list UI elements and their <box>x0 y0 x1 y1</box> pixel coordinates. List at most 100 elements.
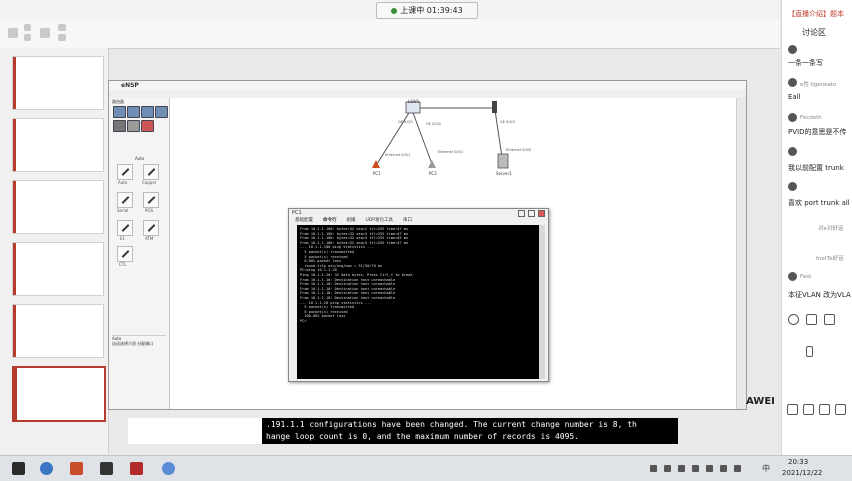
cable-label: ATM <box>145 236 154 241</box>
firewall-category-icon[interactable] <box>155 106 168 118</box>
new-slide-icon[interactable] <box>40 28 50 38</box>
tray-icon[interactable] <box>692 465 699 472</box>
ctl-cable-icon[interactable] <box>117 246 133 262</box>
chat-message: 我以前配置 trunk <box>788 164 844 172</box>
close-box-icon[interactable] <box>824 314 835 325</box>
powerpoint-icon[interactable] <box>70 462 83 475</box>
chat-message: 喜欢 port trunk all <box>788 199 850 207</box>
router-category-icon[interactable] <box>113 106 126 118</box>
tab-multicast[interactable]: 组播 <box>347 217 356 225</box>
slide-thumbnail[interactable] <box>12 304 104 358</box>
live-intro-label[interactable]: 【直播介绍】题本 <box>788 9 844 19</box>
avatar <box>788 272 797 281</box>
discussion-title: 讨论区 <box>802 28 826 37</box>
mic-icon[interactable] <box>819 404 830 415</box>
huawei-watermark: AWEI <box>746 396 775 407</box>
pc-cli-window[interactable]: PC1 基础配置 命令行 组播 UDP发包工具 串口 From 10.1.1.1… <box>288 208 549 382</box>
slide-thumbnail[interactable] <box>12 180 104 234</box>
console-scrollbar[interactable] <box>539 225 545 379</box>
slide-notes-area[interactable] <box>128 418 262 444</box>
image-icon[interactable] <box>803 404 814 415</box>
wlan-category-icon[interactable] <box>141 106 154 118</box>
send-icon[interactable] <box>835 404 846 415</box>
cli-tab-bar: 基础配置 命令行 组播 UDP发包工具 串口 <box>289 217 554 225</box>
port-label: Ethernet 0/0/0 <box>506 148 532 152</box>
cable-label: Auto <box>118 180 128 185</box>
tab-serial[interactable]: 串口 <box>403 217 412 225</box>
edit-icon[interactable] <box>806 314 817 325</box>
e1-cable-icon[interactable] <box>117 220 133 236</box>
minimize-icon[interactable] <box>518 210 525 217</box>
cli-window-title: PC1 <box>292 210 302 216</box>
layout-icon[interactable] <box>58 24 66 31</box>
serial-cable-icon[interactable] <box>117 192 133 208</box>
copper-cable-icon[interactable] <box>143 164 159 180</box>
chat-message: 本征VLAN 改为VLA <box>788 291 851 299</box>
cable-category-icon[interactable] <box>141 120 154 132</box>
scroll-handle-icon[interactable] <box>806 346 813 357</box>
app-icon[interactable] <box>130 462 143 475</box>
auto-cable-icon[interactable] <box>117 164 133 180</box>
cable-label: POS <box>145 208 154 213</box>
battery-icon[interactable] <box>734 465 741 472</box>
cable-label: E1 <box>120 236 126 241</box>
check-icon[interactable] <box>788 314 799 325</box>
terminal-caption-strip: .191.1.1 configurations have been change… <box>262 418 678 444</box>
windows-start-icon[interactable] <box>12 462 25 475</box>
avatar <box>788 182 797 191</box>
chat-side-text: fnetTe好话 <box>816 256 844 262</box>
node-label: PC1 <box>373 171 381 176</box>
close-icon[interactable] <box>538 210 545 217</box>
pc-category-icon[interactable] <box>113 120 126 132</box>
tray-icon[interactable] <box>650 465 657 472</box>
port-label: Ethernet 0/0/1 <box>438 150 464 154</box>
node-label: LSW1 <box>408 99 420 104</box>
maximize-icon[interactable] <box>528 210 535 217</box>
ime-indicator[interactable]: 中 <box>762 463 770 474</box>
avatar <box>788 147 797 156</box>
volume-icon[interactable] <box>720 465 727 472</box>
avatar <box>788 113 797 122</box>
caption-line: .191.1.1 configurations have been change… <box>266 420 637 429</box>
cli-console[interactable]: From 10.1.1.100: bytes=32 seq=2 ttl=255 … <box>297 225 539 379</box>
live-indicator-icon <box>391 7 398 14</box>
palette-header: 路由器 <box>112 99 124 104</box>
tray-icon[interactable] <box>678 465 685 472</box>
slide-thumbnail[interactable] <box>12 242 104 296</box>
chrome-icon[interactable] <box>162 462 175 475</box>
cut-icon[interactable] <box>24 24 31 31</box>
cable-label: CTL <box>119 262 127 267</box>
tab-command-line[interactable]: 命令行 <box>323 217 337 225</box>
media-icon[interactable] <box>100 462 113 475</box>
live-session-badge[interactable]: 上课中 01:39:43 <box>376 2 478 19</box>
caption-line: hange loop count is 0, and the maximum n… <box>266 432 580 441</box>
copy-icon[interactable] <box>24 34 31 41</box>
tab-udp-tool[interactable]: UDP发包工具 <box>366 217 393 225</box>
server-icon <box>497 153 509 169</box>
network-icon[interactable] <box>706 465 713 472</box>
discussion-panel: 【直播介绍】题本 讨论区 一条一条写 e性 Ilgeneato Eall Fec… <box>781 0 852 455</box>
paste-icon[interactable] <box>8 28 18 38</box>
workspace-scrollbar[interactable] <box>736 98 746 409</box>
pos-cable-icon[interactable] <box>143 192 159 208</box>
slide-thumbnail-pane <box>0 48 109 454</box>
window-controls <box>518 210 545 217</box>
pc-icon <box>428 160 436 168</box>
slide-thumbnail[interactable] <box>12 56 104 110</box>
browser-icon[interactable] <box>40 462 53 475</box>
cloud-category-icon[interactable] <box>127 120 140 132</box>
port-label: GE 0/0/3 <box>500 120 516 124</box>
chat-username: Fecdeth <box>800 115 822 121</box>
slide-thumbnail-active[interactable] <box>12 366 106 422</box>
ensp-title: eNSP <box>121 82 139 89</box>
brush-icon[interactable] <box>787 404 798 415</box>
presentation-ribbon <box>0 20 780 49</box>
clock-time[interactable]: 20:33 <box>788 458 808 466</box>
tray-icon[interactable] <box>664 465 671 472</box>
reset-icon[interactable] <box>58 34 66 41</box>
tab-basic-config[interactable]: 基础配置 <box>295 217 313 225</box>
atm-cable-icon[interactable] <box>143 220 159 236</box>
slide-thumbnail[interactable] <box>12 118 104 172</box>
clock-date[interactable]: 2021/12/22 <box>782 469 822 477</box>
switch-category-icon[interactable] <box>127 106 140 118</box>
